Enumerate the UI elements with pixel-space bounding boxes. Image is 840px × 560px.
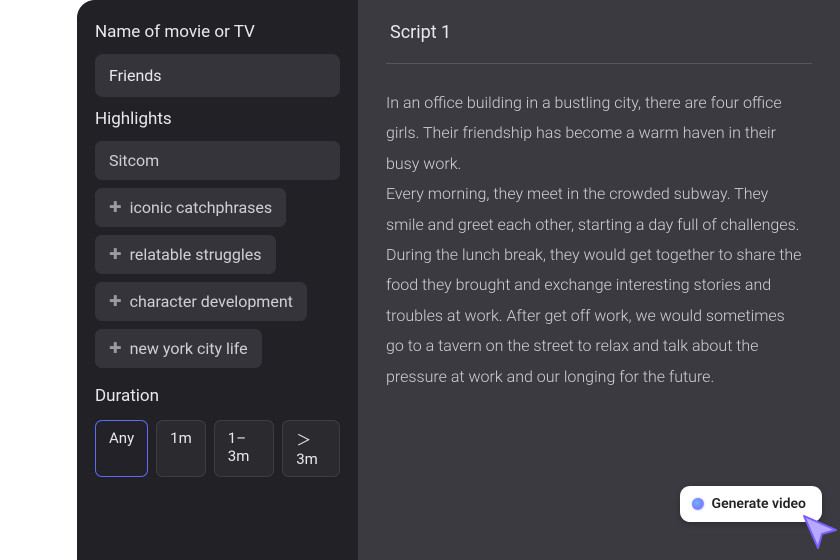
duration-options: Any 1m 1–3m ＞3m bbox=[95, 420, 340, 477]
plus-icon: ✚ bbox=[109, 294, 122, 309]
plus-icon: ✚ bbox=[109, 247, 122, 262]
highlight-suggestion[interactable]: ✚ new york city life bbox=[95, 329, 262, 368]
duration-option-1m[interactable]: 1m bbox=[156, 420, 206, 477]
highlights-label: Highlights bbox=[95, 109, 340, 129]
divider bbox=[386, 63, 812, 64]
name-label: Name of movie or TV bbox=[95, 22, 340, 42]
sidebar: Name of movie or TV Friends Highlights S… bbox=[77, 0, 358, 560]
highlight-suggestion[interactable]: ✚ iconic catchphrases bbox=[95, 188, 286, 227]
script-title: Script 1 bbox=[386, 22, 812, 63]
duration-option-1-3m[interactable]: 1–3m bbox=[214, 420, 274, 477]
duration-option-any[interactable]: Any bbox=[95, 420, 148, 477]
script-body[interactable]: In an office building in a bustling city… bbox=[386, 88, 812, 392]
chip-label: new york city life bbox=[130, 339, 248, 358]
name-input[interactable]: Friends bbox=[95, 54, 340, 97]
main-panel: Script 1 In an office building in a bust… bbox=[358, 0, 840, 560]
highlight-suggestion[interactable]: ✚ relatable struggles bbox=[95, 235, 276, 274]
cursor-icon bbox=[798, 510, 840, 554]
highlights-chips: Sitcom ✚ iconic catchphrases ✚ relatable… bbox=[95, 141, 340, 368]
chip-label: character development bbox=[130, 292, 293, 311]
chip-label: iconic catchphrases bbox=[130, 198, 273, 217]
sparkle-icon bbox=[692, 498, 704, 510]
app-window: Name of movie or TV Friends Highlights S… bbox=[77, 0, 840, 560]
plus-icon: ✚ bbox=[109, 200, 122, 215]
chip-label: relatable struggles bbox=[130, 245, 262, 264]
highlight-suggestion[interactable]: ✚ character development bbox=[95, 282, 307, 321]
chip-label: Sitcom bbox=[109, 151, 159, 170]
duration-label: Duration bbox=[95, 386, 340, 406]
generate-video-label: Generate video bbox=[712, 496, 806, 512]
highlight-chip-primary[interactable]: Sitcom bbox=[95, 141, 340, 180]
duration-option-gt3m[interactable]: ＞3m bbox=[282, 420, 340, 477]
plus-icon: ✚ bbox=[109, 341, 122, 356]
